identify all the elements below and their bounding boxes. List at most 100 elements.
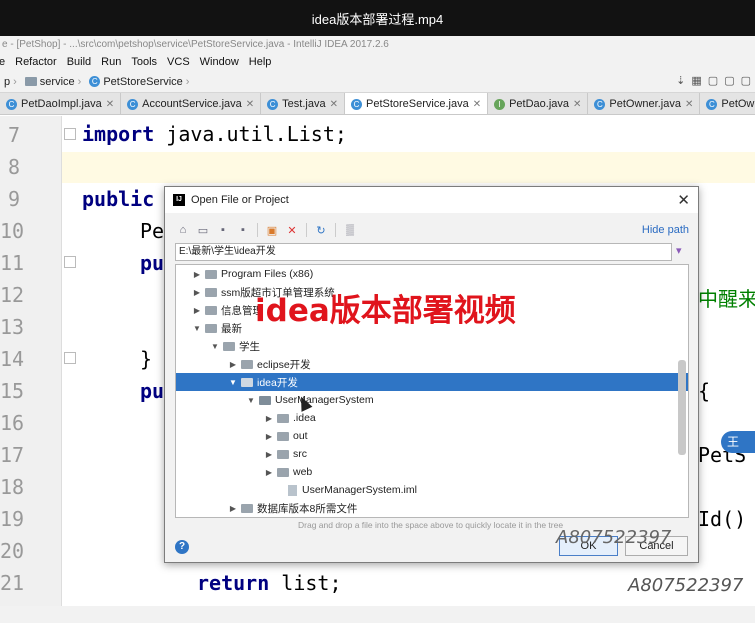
tree-item-label: out	[293, 430, 308, 442]
fold-icon[interactable]	[64, 256, 76, 268]
video-title-bar: idea版本部署过程.mp4	[0, 0, 755, 36]
expand-icon[interactable]: ▶	[264, 450, 274, 459]
tree-item[interactable]: ▼ 学生	[176, 337, 688, 355]
tree-item-label: eclipse开发	[257, 358, 311, 371]
toolbar-divider	[257, 223, 258, 237]
show-hidden-icon[interactable]: ▒	[342, 222, 358, 238]
help-icon[interactable]: ?	[175, 540, 189, 554]
tree-item[interactable]: ▶ out	[176, 427, 688, 445]
tree-item[interactable]: ▶ src	[176, 445, 688, 463]
collapse-icon[interactable]: ▼	[246, 396, 256, 405]
collapse-icon[interactable]: ▼	[228, 378, 238, 387]
menu-window[interactable]: Window	[195, 56, 244, 68]
code-line-9: public	[82, 187, 154, 211]
grid-icon[interactable]: ▦	[691, 74, 701, 87]
keyword: return	[197, 571, 270, 595]
tree-item-label: 最新	[221, 322, 242, 335]
tab-petowner[interactable]: C PetOwner.java ✕	[588, 93, 701, 114]
expand-icon[interactable]: ▶	[264, 414, 274, 423]
hide-path-link[interactable]: Hide path	[642, 224, 689, 236]
tree-item[interactable]: UserManagerSystem.iml	[176, 481, 688, 499]
sort-icon[interactable]: ⇣	[676, 74, 685, 87]
refresh-icon[interactable]: ↻	[313, 222, 329, 238]
tab-petownerd[interactable]: C PetOwnerD	[700, 93, 755, 114]
code-line-10: Pe	[140, 219, 165, 243]
line-number: 18	[0, 475, 25, 499]
close-icon[interactable]: ✕	[685, 99, 693, 110]
path-input[interactable]: E:\最新\学生\idea开发	[175, 243, 672, 261]
collapse-icon[interactable]: ▼	[210, 342, 220, 351]
expand-icon[interactable]: ▶	[264, 468, 274, 477]
close-icon[interactable]: ✕	[677, 191, 690, 209]
tree-item-selected[interactable]: ▼ idea开发	[176, 373, 688, 391]
tree-item[interactable]: ▼ UserManagerSystem	[176, 391, 688, 409]
class-icon: C	[89, 76, 101, 87]
fold-icon[interactable]	[64, 128, 76, 140]
expand-icon[interactable]: ▶	[192, 270, 202, 279]
tree-item-label: 学生	[239, 340, 260, 353]
tree-scrollbar[interactable]	[678, 360, 686, 455]
tab-label: Test.java	[282, 98, 326, 110]
line-number: 7	[7, 123, 20, 147]
tree-item-label: UserManagerSystem	[275, 394, 374, 406]
module-folder-icon[interactable]: ▪	[235, 222, 251, 238]
breadcrumb-label: PetStoreService	[103, 75, 183, 88]
tree-item[interactable]: ▶ web	[176, 463, 688, 481]
folder-icon	[277, 431, 289, 441]
tab-petdaoimpl[interactable]: C PetDaoImpl.java ✕	[0, 93, 122, 114]
menu-run[interactable]: Run	[96, 56, 126, 68]
expand-icon[interactable]: ▶	[228, 360, 238, 369]
delete-icon[interactable]: ✕	[284, 222, 300, 238]
menu-build[interactable]: Build	[62, 56, 96, 68]
tab-accountservice[interactable]: C AccountService.java ✕	[121, 93, 262, 114]
tree-item[interactable]: ▶ 数据库版本8所需文件	[176, 499, 688, 517]
file-icon	[288, 484, 297, 496]
code-line-15: pu	[140, 379, 165, 403]
menu-help[interactable]: Help	[244, 56, 277, 68]
close-icon[interactable]: ✕	[106, 99, 114, 110]
new-folder-icon[interactable]: ▣	[264, 222, 280, 238]
close-icon[interactable]: ✕	[330, 99, 338, 110]
expand-icon[interactable]: ▶	[264, 432, 274, 441]
line-number: 14	[0, 347, 25, 371]
fold-icon[interactable]	[64, 352, 76, 364]
tree-item[interactable]: ▶ ...	[176, 517, 688, 518]
close-icon[interactable]: ✕	[473, 99, 481, 110]
dialog-title: Open File or Project	[191, 194, 289, 206]
window-icon[interactable]: ▢	[724, 74, 734, 87]
code-line-11: pu	[140, 251, 165, 275]
folder-icon	[205, 305, 217, 315]
tab-petdao[interactable]: I PetDao.java ✕	[488, 93, 589, 114]
desktop-icon[interactable]: ▭	[195, 222, 211, 238]
project-folder-icon[interactable]: ▪	[215, 222, 231, 238]
menu-tools[interactable]: Tools	[126, 56, 162, 68]
expand-icon[interactable]: ▶	[192, 288, 202, 297]
menu-vcs[interactable]: VCS	[162, 56, 195, 68]
breadcrumb-item-project[interactable]: p ›	[0, 76, 21, 88]
tab-petstoreservice[interactable]: C PetStoreService.java ✕	[344, 93, 489, 114]
tree-item[interactable]: ▶ Program Files (x86)	[176, 265, 688, 283]
expand-icon[interactable]: ▶	[228, 504, 238, 513]
home-icon[interactable]: ⌂	[175, 222, 191, 238]
breadcrumb-item-class[interactable]: C PetStoreService ›	[85, 76, 193, 88]
line-number: 17	[0, 443, 25, 467]
dialog-title-bar[interactable]: IJ Open File or Project ✕	[165, 187, 698, 213]
line-number: 20	[0, 539, 25, 563]
expand-icon[interactable]: ▶	[192, 306, 202, 315]
tree-item[interactable]: ▶ .idea	[176, 409, 688, 427]
toolbar-divider	[335, 223, 336, 237]
tree-item[interactable]: ▶ eclipse开发	[176, 355, 688, 373]
code-line-21: return list;	[197, 571, 342, 595]
history-icon[interactable]: ▾	[676, 244, 688, 258]
breadcrumb-item-service[interactable]: service ›	[21, 76, 86, 88]
close-icon[interactable]: ✕	[573, 99, 581, 110]
window-icon[interactable]: ▢	[708, 74, 718, 87]
collapse-icon[interactable]: ▼	[192, 324, 202, 333]
menu-refactor[interactable]: Refactor	[10, 56, 62, 68]
status-bar	[0, 606, 755, 623]
menu-edit[interactable]: e	[0, 56, 10, 68]
window-icon[interactable]: ▢	[741, 74, 751, 87]
tab-test[interactable]: C Test.java ✕	[261, 93, 345, 114]
side-badge[interactable]: 王	[721, 431, 755, 453]
close-icon[interactable]: ✕	[246, 99, 254, 110]
